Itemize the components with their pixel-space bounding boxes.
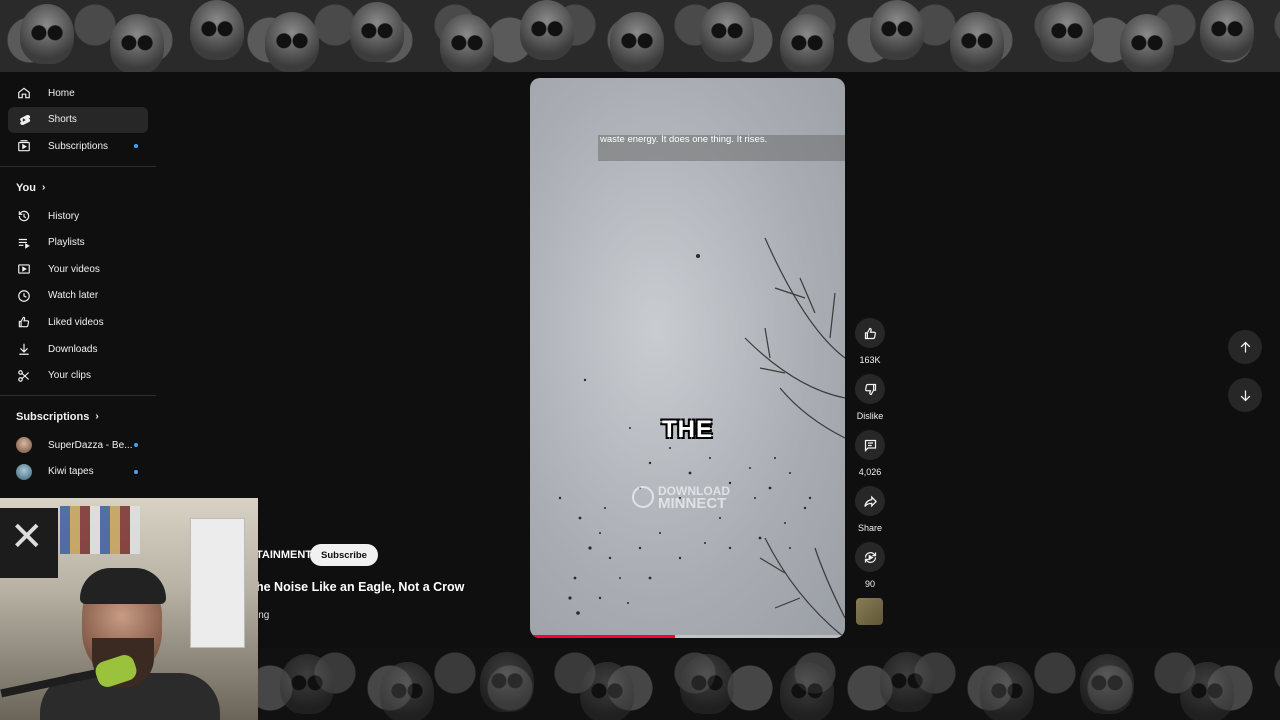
- new-content-dot: [134, 144, 138, 149]
- fridge-graphic: [190, 518, 245, 648]
- closed-caption: waste energy. It does one thing. It rise…: [600, 134, 768, 145]
- sidebar-item-label: Home: [48, 87, 75, 99]
- history-icon: [16, 208, 32, 224]
- sidebar-item-your-videos[interactable]: Your videos: [8, 256, 148, 283]
- watermark: DOWNLOAD MINNECT: [630, 485, 750, 512]
- subscriptions-icon: [16, 138, 32, 154]
- sidebar-item-label: Your clips: [48, 370, 91, 382]
- sound-label[interactable]: ing: [256, 610, 269, 621]
- sidebar-item-playlists[interactable]: Playlists: [8, 229, 148, 256]
- sidebar-item-label: Subscriptions: [48, 140, 109, 152]
- overlay-word: THE: [662, 416, 713, 443]
- liked-videos-icon: [16, 314, 32, 330]
- action-column: 163K Dislike 4,026 Share 90: [850, 318, 890, 625]
- sidebar-divider: [0, 394, 156, 396]
- thumbs-down-icon: [864, 383, 876, 395]
- sidebar-item-channel-kiwi-tapes[interactable]: Kiwi tapes: [8, 459, 148, 486]
- previous-short-button[interactable]: [1228, 330, 1262, 364]
- playlists-icon: [16, 235, 32, 251]
- sidebar-divider: [0, 165, 156, 167]
- home-icon: [16, 85, 32, 101]
- sidebar-item-label: History: [48, 210, 80, 222]
- comments-button[interactable]: [855, 430, 885, 460]
- downloads-icon: [16, 341, 32, 357]
- birds-graphic: [558, 254, 812, 615]
- sidebar-item-liked-videos[interactable]: Liked videos: [8, 309, 148, 336]
- remix-button[interactable]: [855, 542, 885, 572]
- sidebar-item-label: SuperDazza - Be...: [48, 439, 133, 451]
- shelf-graphic: [60, 506, 140, 554]
- remix-count: 90: [864, 579, 875, 589]
- streamer-webcam: [0, 498, 258, 720]
- sidebar-item-watch-later[interactable]: Watch later: [8, 283, 148, 310]
- progress-bar-fill: [530, 635, 675, 638]
- subscriptions-section-heading[interactable]: Subscriptions ›: [8, 402, 148, 432]
- chevron-right-icon: ›: [95, 411, 99, 423]
- sidebar-item-label: Shorts: [48, 114, 77, 126]
- avatar: [16, 437, 32, 454]
- shorts-player[interactable]: waste energy. It does one thing. It rise…: [530, 78, 845, 638]
- dislike-button[interactable]: [855, 374, 885, 404]
- thumbs-up-icon: [864, 327, 876, 339]
- shorts-icon: [16, 112, 32, 128]
- avatar: [16, 463, 32, 480]
- dislike-label: Dislike: [856, 411, 884, 421]
- sidebar-item-channel-superdazza[interactable]: SuperDazza - Be...: [8, 432, 148, 459]
- watch-later-icon: [16, 288, 32, 304]
- arrow-up-icon: [1240, 341, 1250, 352]
- remix-icon: [864, 551, 876, 563]
- subscribe-button[interactable]: Subscribe: [310, 544, 378, 566]
- clips-icon: [16, 368, 32, 384]
- sound-thumbnail[interactable]: [856, 598, 883, 625]
- sidebar-item-downloads[interactable]: Downloads: [8, 336, 148, 363]
- sidebar-item-home[interactable]: Home: [8, 80, 148, 107]
- new-content-dot: [134, 442, 138, 447]
- share-button[interactable]: [855, 486, 885, 516]
- sidebar-item-label: Liked videos: [48, 316, 104, 328]
- sidebar-item-label: Kiwi tapes: [48, 466, 94, 478]
- you-heading-label: You: [16, 181, 36, 194]
- sidebar-item-label: Downloads: [48, 343, 98, 355]
- chevron-right-icon: ›: [41, 182, 46, 194]
- arrow-down-icon: [1240, 390, 1250, 401]
- sidebar-item-label: Your videos: [48, 263, 100, 275]
- your-videos-icon: [16, 261, 32, 277]
- sidebar-item-label: Watch later: [48, 290, 99, 302]
- channel-name[interactable]: TAINMENT: [256, 549, 312, 561]
- like-button[interactable]: [855, 318, 885, 348]
- sidebar-item-subscriptions[interactable]: Subscriptions: [8, 133, 148, 160]
- comment-icon: [864, 439, 876, 452]
- wall-poster-graphic: [0, 508, 58, 578]
- comment-count: 4,026: [858, 467, 882, 477]
- like-count: 163K: [859, 355, 881, 365]
- stream-backdrop-top: [0, 0, 1280, 72]
- watermark-line-2: MINNECT: [658, 495, 727, 512]
- sidebar-item-history[interactable]: History: [8, 203, 148, 230]
- watermark-logo-icon: [632, 486, 654, 508]
- share-label: Share: [857, 523, 883, 533]
- sidebar-item-shorts[interactable]: Shorts: [8, 106, 148, 134]
- sidebar-item-label: Playlists: [48, 237, 85, 249]
- beanie-graphic: [80, 568, 166, 604]
- subscriptions-heading-label: Subscriptions: [16, 410, 90, 423]
- share-icon: [863, 495, 877, 507]
- sidebar-item-your-clips[interactable]: Your clips: [8, 362, 148, 389]
- new-content-dot: [134, 469, 138, 474]
- you-section-heading[interactable]: You ›: [8, 173, 148, 203]
- next-short-button[interactable]: [1228, 378, 1262, 412]
- short-title[interactable]: he Noise Like an Eagle, Not a Crow: [256, 580, 464, 594]
